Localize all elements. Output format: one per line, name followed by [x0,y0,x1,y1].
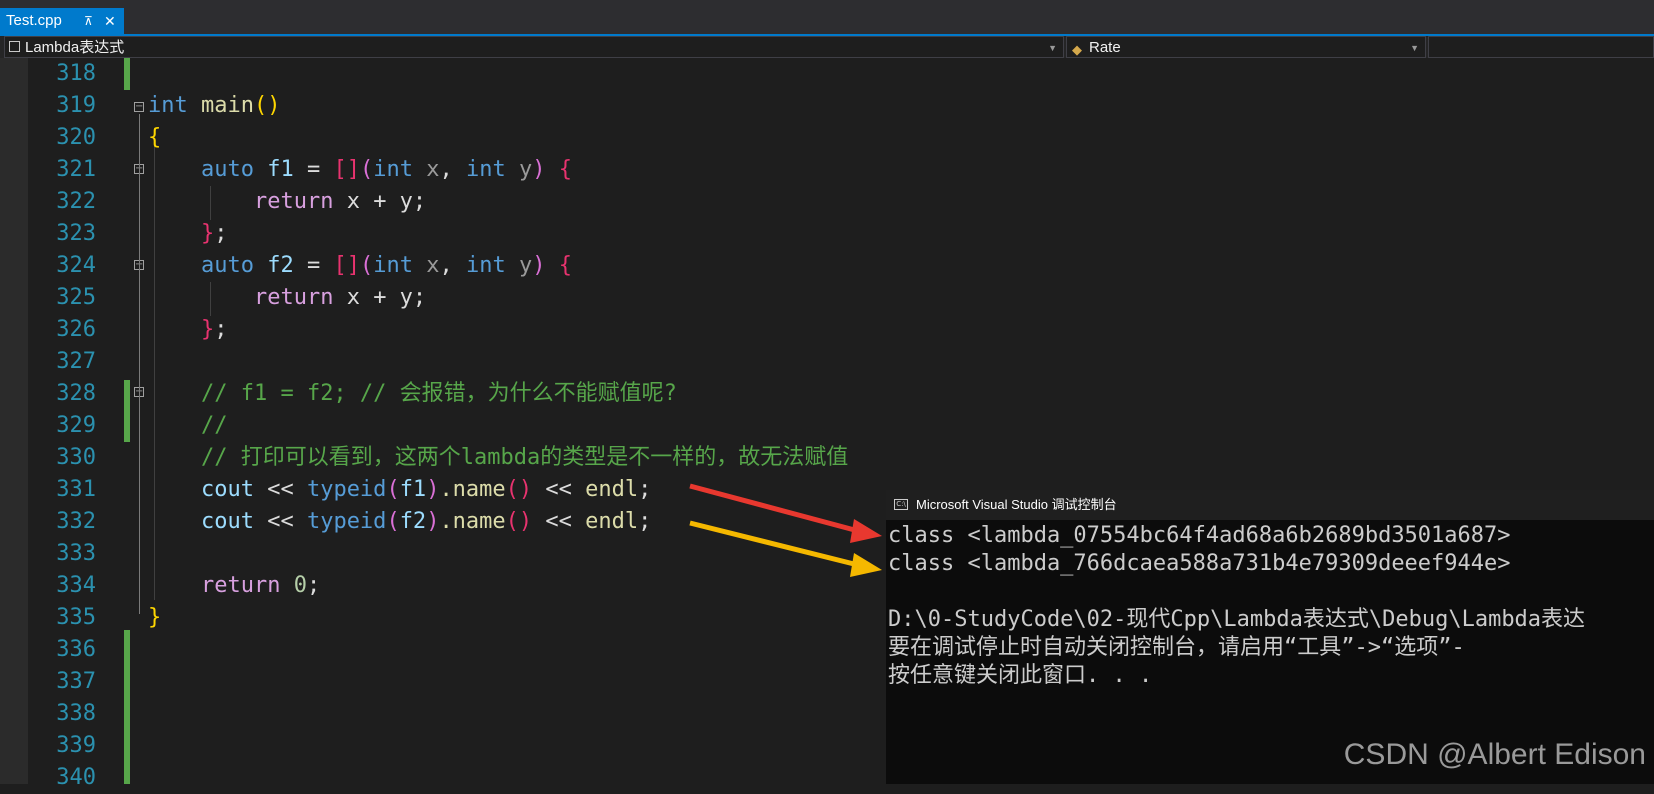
tab-filename: Test.cpp [6,12,62,29]
line-number: 325 [56,285,96,310]
code-line-320: { [148,125,162,150]
outline-guide [139,114,140,614]
line-number: 324 [56,253,96,278]
change-marker [124,630,130,784]
console-output-line: D:\0-StudyCode\02-现代Cpp\Lambda表达式\Debug\… [888,607,1586,632]
console-icon: C:\ [894,499,908,510]
line-number: 332 [56,509,96,534]
code-line-325: return x + y; [253,285,427,310]
code-line-335: } [148,605,162,630]
console-output-line: 按任意键关闭此窗口. . . [888,663,1153,688]
member-dropdown[interactable]: ◆ Rate ▼ [1066,36,1426,58]
chevron-down-icon: ▼ [1048,43,1057,53]
debug-console-window[interactable]: C:\ Microsoft Visual Studio 调试控制台 class … [886,490,1654,784]
code-line-326: }; [200,317,228,342]
line-number: 320 [56,125,96,150]
project-icon [9,41,20,52]
yellow-arrow [689,520,863,569]
project-label: Lambda表达式 [25,39,125,56]
line-number: 326 [56,317,96,342]
code-line-328: // f1 = f2; // 会报错，为什么不能赋值呢? [200,381,677,406]
extra-dropdown[interactable] [1428,36,1654,58]
document-tab-bar: Test.cpp ⊼ ✕ [0,0,1654,34]
line-number: 337 [56,669,96,694]
line-number: 323 [56,221,96,246]
red-arrow-head [850,519,882,543]
yellow-arrow-head [850,553,882,577]
code-line-319: int main() [148,93,281,118]
code-line-322: return x + y; [253,189,427,214]
line-number: 336 [56,637,96,662]
red-arrow [689,483,863,535]
console-title: Microsoft Visual Studio 调试控制台 [916,497,1117,512]
code-line-332: cout << typeid(f2).name() << endl; [200,509,652,534]
editor-margin [0,58,28,784]
line-number: 328 [56,381,96,406]
line-number: 330 [56,445,96,470]
code-line-334: return 0; [200,573,321,598]
code-line-330: // 打印可以看到，这两个lambda的类型是不一样的，故无法赋值 [200,445,849,470]
line-number: 334 [56,573,96,598]
close-icon[interactable]: ✕ [104,8,116,34]
console-output-line: class <lambda_766dcaea588a731b4e79309dee… [888,551,1511,576]
line-number: 329 [56,413,96,438]
line-number: 327 [56,349,96,374]
watermark: CSDN @Albert Edison [1343,738,1646,771]
code-line-321: auto f1 = [](int x, int y) { [200,157,572,182]
code-line-323: }; [200,221,228,246]
chevron-down-icon: ▼ [1410,43,1419,53]
console-output-line: 要在调试停止时自动关闭控制台，请启用“工具”->“选项”- [888,635,1465,660]
line-number: 322 [56,189,96,214]
line-number: 338 [56,701,96,726]
line-number: 331 [56,477,96,502]
member-icon: ◆ [1072,42,1082,57]
member-label: Rate [1089,39,1121,56]
line-number: 321 [56,157,96,182]
change-marker [124,58,130,90]
line-number: 333 [56,541,96,566]
console-output-line: class <lambda_07554bc64f4ad68a6b2689bd35… [888,523,1511,548]
code-line-331: cout << typeid(f1).name() << endl; [200,477,652,502]
change-marker [124,380,130,442]
console-title-bar[interactable]: C:\ Microsoft Visual Studio 调试控制台 [886,490,1654,520]
line-number: 319 [56,93,96,118]
navigation-bar: Lambda表达式 ▼ ◆ Rate ▼ [0,36,1654,58]
pin-icon[interactable]: ⊼ [84,8,93,34]
line-number: 318 [56,61,96,86]
line-number: 340 [56,765,96,790]
code-line-324: auto f2 = [](int x, int y) { [200,253,572,278]
project-dropdown[interactable]: Lambda表达式 ▼ [4,36,1064,58]
line-number: 335 [56,605,96,630]
collapse-icon[interactable]: − [134,102,144,112]
line-number: 339 [56,733,96,758]
code-line-329: // [200,413,228,438]
tab-test-cpp[interactable]: Test.cpp ⊼ ✕ [0,8,124,34]
